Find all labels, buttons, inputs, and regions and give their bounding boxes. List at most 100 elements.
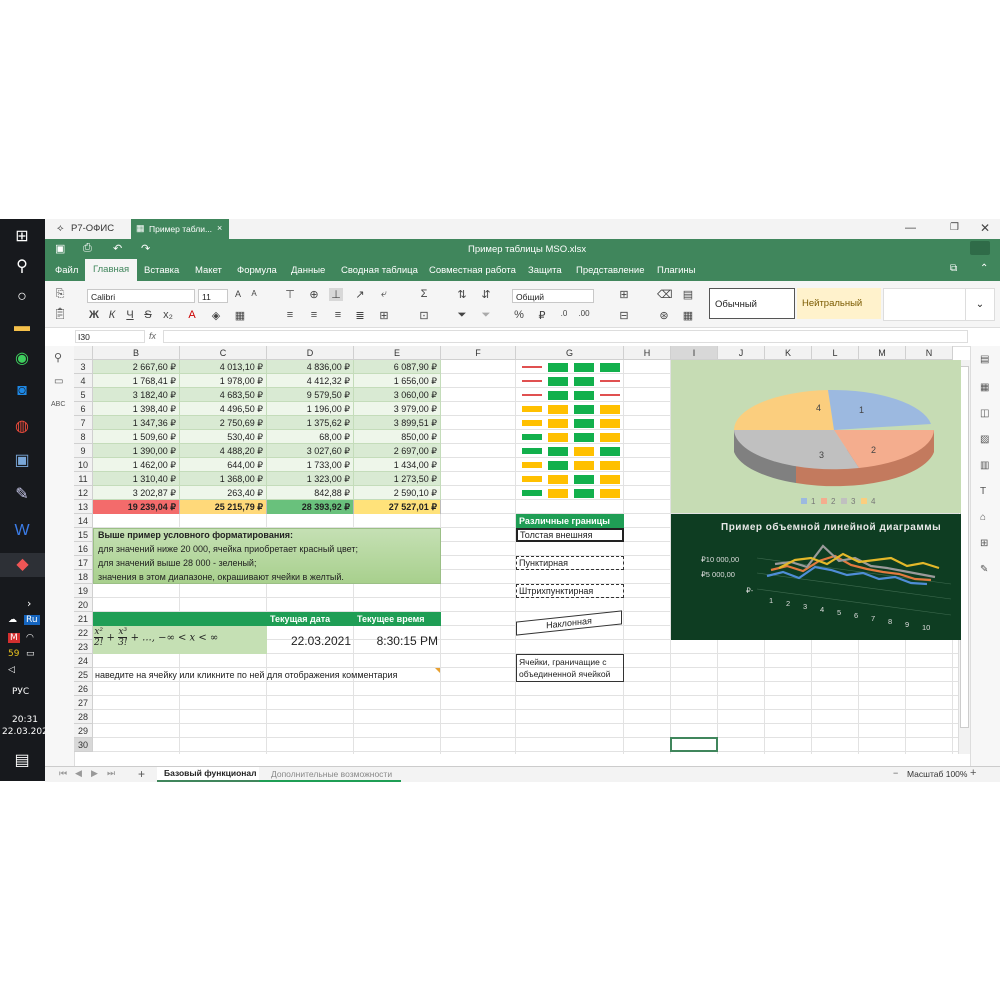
total-cell[interactable]: 28 393,92 ₽ <box>267 500 354 514</box>
row-header[interactable]: 28 <box>74 710 93 724</box>
document-tab[interactable]: ▦ Пример табли... × <box>131 219 229 239</box>
cell-settings-icon[interactable]: ▤ <box>980 354 989 365</box>
table-cell[interactable]: 1 196,00 ₽ <box>267 402 354 416</box>
row-header[interactable]: 6 <box>74 402 93 416</box>
word-icon[interactable]: W <box>8 519 36 543</box>
whatsapp-icon[interactable]: ◉ <box>8 347 36 371</box>
bold-button[interactable]: Ж <box>87 309 101 321</box>
border-thick-cell[interactable]: Толстая внешняя <box>516 528 624 542</box>
pie-chart[interactable]: 1 2 3 4 1 2 3 4 <box>671 360 961 513</box>
row-header[interactable]: 24 <box>74 654 93 668</box>
table-cell[interactable]: 4 412,32 ₽ <box>267 374 354 388</box>
table-cell[interactable]: 4 496,50 ₽ <box>180 402 267 416</box>
copy-style-icon[interactable]: ⊛ <box>657 309 671 322</box>
text-settings-icon[interactable]: T <box>980 486 986 497</box>
menu-collaboration[interactable]: Совместная работа <box>429 265 516 276</box>
row-header[interactable]: 5 <box>74 388 93 402</box>
menu-pivot[interactable]: Сводная таблица <box>341 265 418 276</box>
styles-expand-icon[interactable]: ⌄ <box>965 288 995 321</box>
style-normal[interactable]: Обычный <box>709 288 795 319</box>
subscript-icon[interactable]: x₂ <box>161 309 175 321</box>
name-box[interactable]: I30 <box>75 330 145 343</box>
zoom-out-icon[interactable]: − <box>893 768 898 778</box>
border-dashdot-cell[interactable]: Штрихпунктирная <box>516 584 624 598</box>
border-dotted-cell[interactable]: Пунктирная <box>516 556 624 570</box>
delete-cells-icon[interactable]: ⊟ <box>617 309 631 322</box>
column-header[interactable]: L <box>812 346 859 360</box>
chrome-icon[interactable]: ◍ <box>8 415 36 439</box>
table-cell[interactable]: 1 390,00 ₽ <box>93 444 180 458</box>
search-icon[interactable]: ⚲ <box>54 351 62 364</box>
r7-office-icon[interactable]: ◆ <box>0 553 45 577</box>
table-cell[interactable]: 1 434,00 ₽ <box>354 458 441 472</box>
table-cell[interactable]: 1 375,62 ₽ <box>267 416 354 430</box>
increase-decimal-icon[interactable]: .00 <box>577 309 591 318</box>
table-cell[interactable]: 4 488,20 ₽ <box>180 444 267 458</box>
table-cell[interactable]: 68,00 ₽ <box>267 430 354 444</box>
date-value[interactable]: 22.03.2021 <box>267 634 351 648</box>
align-bottom-icon[interactable]: ⊥ <box>329 288 343 301</box>
row-header[interactable]: 29 <box>74 724 93 738</box>
row-header[interactable]: 12 <box>74 486 93 500</box>
formula-input[interactable] <box>163 330 968 343</box>
row-header[interactable]: 25 <box>74 668 93 682</box>
border-slanted-cell[interactable]: Наклонная <box>516 610 622 636</box>
align-left-icon[interactable]: ≡ <box>283 309 297 321</box>
column-header[interactable]: K <box>765 346 812 360</box>
redo-icon[interactable]: ↷ <box>141 242 150 255</box>
align-top-icon[interactable]: ⊤ <box>283 288 297 301</box>
menu-file[interactable]: Файл <box>55 265 78 276</box>
column-header[interactable]: I <box>671 346 718 360</box>
print-icon[interactable]: ⎙ <box>83 242 92 255</box>
table-cell[interactable]: 3 202,87 ₽ <box>93 486 180 500</box>
search-icon[interactable]: ⚲ <box>8 255 36 279</box>
font-grow-icon[interactable]: A <box>231 289 245 299</box>
selected-cell[interactable] <box>670 737 718 752</box>
named-range-icon[interactable]: ⊡ <box>417 309 431 322</box>
underline-button[interactable]: Ч <box>123 309 137 321</box>
close-tab-icon[interactable]: × <box>217 223 222 233</box>
table-cell[interactable]: 1 656,00 ₽ <box>354 374 441 388</box>
table-cell[interactable]: 2 697,00 ₽ <box>354 444 441 458</box>
table-cell[interactable]: 1 398,40 ₽ <box>93 402 180 416</box>
open-location-icon[interactable]: ⧉ <box>950 263 957 274</box>
menu-view[interactable]: Представление <box>576 265 645 276</box>
menu-home[interactable]: Главная <box>85 259 138 281</box>
align-right-icon[interactable]: ≡ <box>331 309 345 321</box>
textart-icon[interactable]: ⌂ <box>980 512 986 523</box>
table-cell[interactable]: 2 590,10 ₽ <box>354 486 441 500</box>
paint-icon[interactable]: ✎ <box>8 483 36 507</box>
row-header[interactable]: 4 <box>74 374 93 388</box>
number-format-select[interactable]: Общий <box>512 289 594 303</box>
row-header[interactable]: 14 <box>74 514 93 528</box>
table-cell[interactable]: 530,40 ₽ <box>180 430 267 444</box>
add-sheet-icon[interactable]: + <box>138 767 145 781</box>
sort-asc-icon[interactable]: ⇅ <box>455 288 469 301</box>
table-cell[interactable]: 1 347,36 ₽ <box>93 416 180 430</box>
table-cell[interactable]: 1 310,40 ₽ <box>93 472 180 486</box>
sheet-tab-advanced[interactable]: Дополнительные возможности <box>259 767 401 782</box>
row-header[interactable]: 8 <box>74 430 93 444</box>
chevron-up-icon[interactable]: › <box>27 597 31 610</box>
row-header[interactable]: 19 <box>74 584 93 598</box>
justify-icon[interactable]: ≣ <box>353 309 367 322</box>
menu-insert[interactable]: Вставка <box>144 265 179 276</box>
row-header[interactable]: 15 <box>74 528 93 542</box>
comments-icon[interactable]: ▭ <box>54 376 63 387</box>
clear-icon[interactable]: ⌫ <box>657 288 673 301</box>
table-cell[interactable]: 2 667,60 ₽ <box>93 360 180 374</box>
italic-button[interactable]: К <box>105 309 119 321</box>
row-header[interactable]: 9 <box>74 444 93 458</box>
column-header[interactable]: B <box>93 346 180 360</box>
total-cell[interactable]: 25 215,79 ₽ <box>180 500 267 514</box>
row-header[interactable]: 18 <box>74 570 93 584</box>
row-header[interactable]: 11 <box>74 472 93 486</box>
font-color-icon[interactable]: A <box>185 309 199 321</box>
table-cell[interactable]: 842,88 ₽ <box>267 486 354 500</box>
task-view-icon[interactable]: ○ <box>8 285 36 309</box>
row-header[interactable]: 27 <box>74 696 93 710</box>
column-header[interactable]: N <box>906 346 953 360</box>
currency-icon[interactable]: ₽ <box>535 309 549 322</box>
last-sheet-icon[interactable]: ⏭ <box>107 768 115 779</box>
close-window-icon[interactable]: ✕ <box>980 221 990 235</box>
